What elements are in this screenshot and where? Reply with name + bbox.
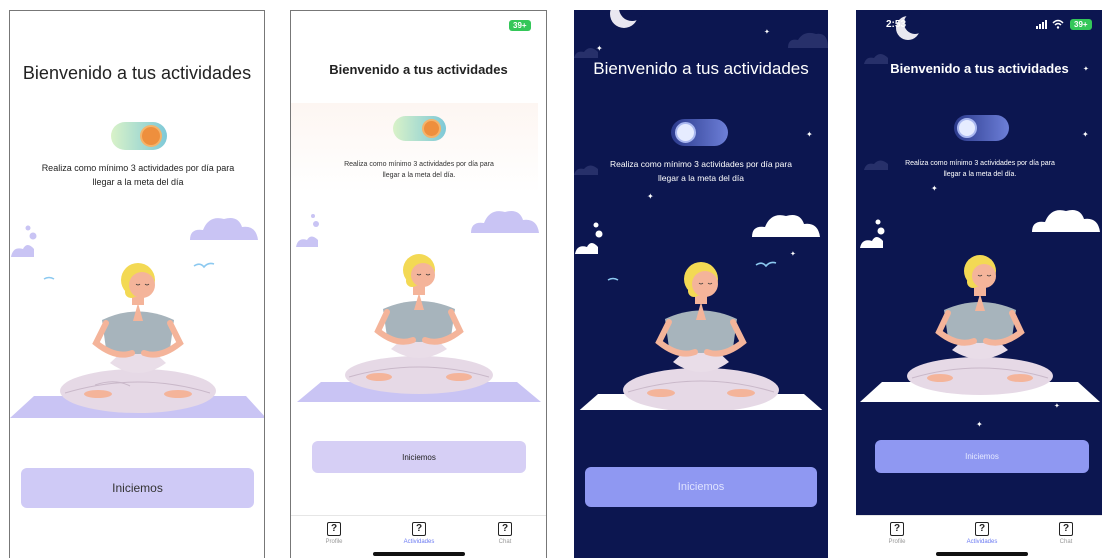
start-button-label: Iniciemos [677, 481, 725, 493]
wifi-icon [1052, 19, 1064, 29]
tab-label: Profile [888, 539, 906, 545]
page-title: Bienvenido a tus actividades [890, 61, 1069, 76]
bottom-tab-bar: ? Profile ? Actividades ? Chat [856, 515, 1102, 558]
instructions-text: Realiza como mínimo 3 actividades por dí… [905, 160, 1055, 179]
theme-toggle[interactable] [393, 116, 446, 141]
battery-badge: 39+ [1070, 19, 1092, 30]
start-button-label: Iniciemos [402, 452, 436, 462]
screen-light-2: 39+ Bienvenido a tus actividades Realiza… [290, 10, 547, 558]
star-icon: ✦ [647, 192, 654, 201]
moon-toggle-icon [675, 122, 696, 143]
moon-toggle-icon [957, 118, 977, 138]
instructions-text: Realiza como mínimo 3 actividades por dí… [41, 163, 235, 188]
start-button[interactable]: Iniciemos [875, 440, 1089, 473]
signal-bars-icon [1036, 20, 1047, 29]
star-icon: ✦ [764, 29, 770, 36]
screen-dark-2: ✦ ✦ ✦ ✦ ✦ 2:53 39+ Bienvenido a tus acti… [856, 10, 1102, 558]
tab-chat[interactable]: ? Chat [1036, 522, 1096, 545]
sun-toggle-icon [140, 125, 162, 147]
sun-toggle-icon [422, 119, 441, 138]
page-title: Bienvenido a tus actividades [22, 63, 252, 83]
instructions-text: Realiza como mínimo 3 actividades por dí… [344, 161, 494, 180]
screen-dark-1: ✦ ✦ ✦ ✦ ✦ Bienvenido a tus actividades R… [574, 10, 828, 558]
tab-label: Chat [1059, 539, 1073, 545]
status-time: 2:53 [886, 19, 907, 30]
star-icon: ✦ [1054, 403, 1060, 410]
meditation-illustration [296, 211, 541, 402]
question-box-icon: ? [890, 522, 904, 536]
home-indicator [936, 552, 1028, 556]
page-title: Bienvenido a tus actividades [329, 62, 508, 77]
home-indicator [373, 552, 465, 556]
instructions-text: Realiza como mínimo 3 actividades por dí… [610, 159, 792, 183]
star-icon: ✦ [931, 184, 938, 193]
bottom-tab-bar: ? Profile ? Actividades ? Chat [291, 515, 546, 558]
tab-actividades[interactable]: ? Actividades [389, 522, 449, 545]
theme-toggle[interactable] [671, 119, 728, 146]
screen-light-1: Bienvenido a tus actividades Realiza com… [9, 10, 265, 558]
start-button[interactable]: Iniciemos [21, 468, 254, 508]
theme-toggle[interactable] [111, 122, 167, 150]
start-button[interactable]: Iniciemos [312, 441, 526, 473]
star-icon: ✦ [976, 420, 983, 429]
question-box-icon: ? [412, 522, 426, 536]
tab-label: Actividades [966, 539, 998, 545]
star-icon: ✦ [1082, 130, 1089, 139]
question-box-icon: ? [975, 522, 989, 536]
question-box-icon: ? [1059, 522, 1073, 536]
tab-chat[interactable]: ? Chat [475, 522, 535, 545]
tab-actividades[interactable]: ? Actividades [952, 522, 1012, 545]
star-icon: ✦ [790, 251, 796, 258]
tab-label: Actividades [403, 539, 435, 545]
tab-profile[interactable]: ? Profile [867, 522, 927, 545]
question-box-icon: ? [498, 522, 512, 536]
start-button-label: Iniciemos [112, 481, 163, 495]
meditation-illustration [10, 218, 264, 418]
battery-badge: 39+ [509, 20, 531, 31]
start-button-label: Iniciemos [965, 452, 999, 461]
start-button[interactable]: Iniciemos [585, 467, 817, 507]
theme-toggle[interactable] [954, 115, 1009, 141]
star-icon: ✦ [806, 130, 813, 139]
question-box-icon: ? [327, 522, 341, 536]
star-icon: ✦ [596, 44, 603, 53]
page-title: Bienvenido a tus actividades [593, 59, 809, 78]
tab-label: Chat [498, 539, 512, 545]
tab-label: Profile [325, 539, 343, 545]
tab-profile[interactable]: ? Profile [304, 522, 364, 545]
